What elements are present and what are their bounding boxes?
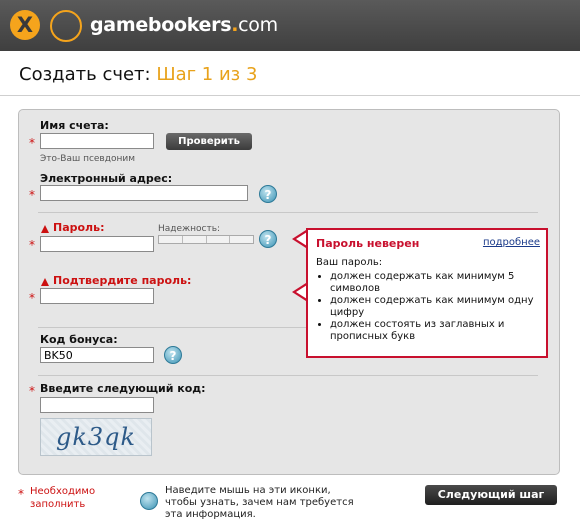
next-step-button[interactable]: Следующий шаг [425, 485, 557, 505]
required-marker: * [29, 384, 35, 398]
help-legend-line1: Наведите мышь на эти иконки, [165, 485, 331, 496]
captcha-label: Введите следующий код: [40, 382, 206, 395]
password-rules-list: должен содержать как минимум 5 символов … [314, 271, 552, 343]
check-availability-button[interactable]: Проверить [166, 133, 252, 150]
required-legend-line1: Необходимо [30, 486, 96, 497]
password-strength-meter [158, 235, 254, 244]
required-marker: * [29, 188, 35, 202]
brand-tld: com [238, 14, 278, 36]
more-info-link[interactable]: подробнее [483, 237, 540, 248]
section-divider [38, 212, 538, 213]
brand-logo[interactable]: gamebookers.com [90, 14, 278, 36]
password-field[interactable] [40, 236, 154, 252]
account-name-input[interactable] [40, 133, 154, 149]
title-divider [0, 95, 580, 96]
section-divider [38, 375, 538, 376]
strength-label: Надежность: [158, 224, 221, 234]
email-label: Электронный адрес: [40, 172, 173, 185]
help-icon[interactable]: ? [259, 185, 277, 203]
help-legend-line2: чтобы узнать, зачем нам требуется [165, 497, 354, 508]
help-icon [140, 492, 158, 510]
confirm-password-field[interactable] [40, 288, 154, 304]
list-item: должен содержать как минимум 5 символов [330, 271, 552, 295]
help-legend-line3: эта информация. [165, 509, 256, 520]
required-marker: * [18, 487, 24, 501]
top-header: X gamebookers.com [0, 0, 580, 51]
step-indicator: Шаг 1 из 3 [156, 64, 258, 85]
popup-title: Пароль неверен [316, 237, 420, 250]
bonus-code-label: Код бонуса: [40, 333, 118, 346]
password-label: Пароль: [53, 221, 105, 234]
required-marker: * [29, 291, 35, 305]
help-icon[interactable]: ? [164, 346, 182, 364]
page-title: Создать счет: Шаг 1 из 3 [19, 64, 257, 85]
warning-icon [41, 225, 49, 233]
required-marker: * [29, 136, 35, 150]
captcha-image: gk3qk [40, 418, 152, 456]
email-field[interactable] [40, 185, 248, 201]
account-name-hint: Это-Ваш псевдоним [40, 154, 135, 164]
brand-name: gamebookers [90, 14, 232, 36]
logo-x-icon[interactable]: X [10, 10, 40, 40]
help-icon[interactable]: ? [259, 230, 277, 248]
list-item: должен состоять из заглавных и прописных… [330, 319, 552, 343]
popup-intro: Ваш пароль: [316, 257, 383, 268]
captcha-input[interactable] [40, 397, 154, 413]
password-error-popup: Пароль неверен подробнее Ваш пароль: дол… [306, 228, 548, 358]
section-divider [38, 327, 306, 328]
bonus-code-input[interactable] [40, 347, 154, 363]
warning-icon [41, 278, 49, 286]
required-marker: * [29, 238, 35, 252]
page-title-text: Создать счет: [19, 64, 157, 85]
logo-o-icon[interactable] [50, 10, 82, 42]
list-item: должен содержать как минимум одну цифру [330, 295, 552, 319]
confirm-password-label: Подтвердите пароль: [53, 274, 192, 287]
required-legend-line2: заполнить [30, 499, 86, 510]
account-name-label: Имя счета: [40, 119, 109, 132]
